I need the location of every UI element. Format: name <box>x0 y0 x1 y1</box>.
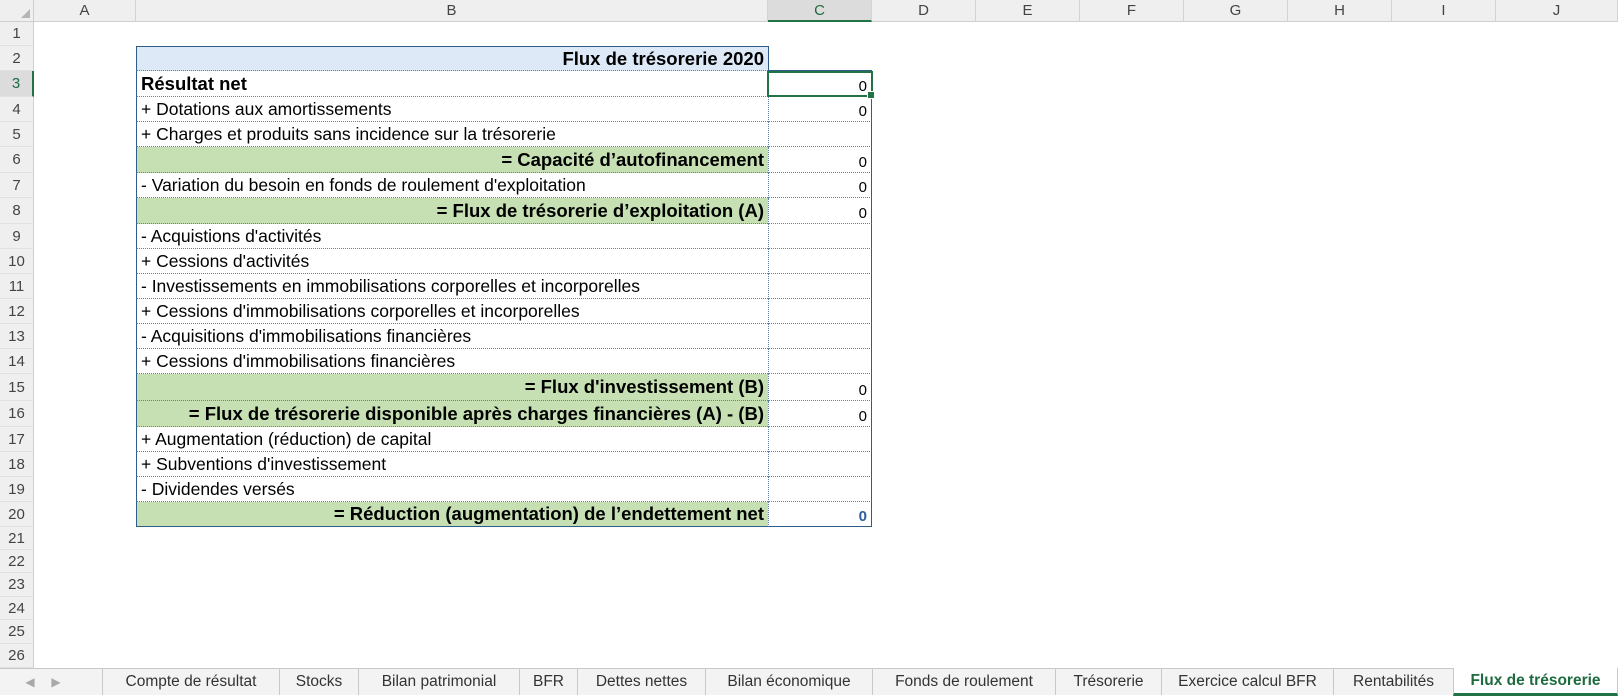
row-label-cell[interactable]: + Augmentation (réduction) de capital <box>136 427 768 452</box>
row-value-cell[interactable]: 0 <box>768 97 872 122</box>
column-header-a[interactable]: A <box>34 0 136 22</box>
row-label-cell[interactable]: - Investissements en immobilisations cor… <box>136 274 768 299</box>
row-value-cell[interactable] <box>768 452 872 477</box>
row-label-cell[interactable]: - Acquistions d'activités <box>136 224 768 249</box>
column-header-b[interactable]: B <box>136 0 768 22</box>
row-header[interactable]: 6 <box>0 147 34 173</box>
sheet-tab-rentabilites[interactable]: Rentabilités <box>1333 669 1453 695</box>
row-header[interactable]: 10 <box>0 249 34 274</box>
row-label-cell[interactable]: - Acquisitions d'immobilisations financi… <box>136 324 768 349</box>
subtotal-label-cell[interactable]: = Flux de trésorerie d’exploitation (A) <box>136 198 768 224</box>
row-value-cell[interactable] <box>768 477 872 502</box>
row-label-cell[interactable]: - Dividendes versés <box>136 477 768 502</box>
row-value-cell[interactable] <box>768 427 872 452</box>
row-header[interactable]: 24 <box>0 597 34 620</box>
row-header[interactable]: 12 <box>0 299 34 324</box>
sheet-tab-compte-de-resultat[interactable]: Compte de résultat <box>102 669 279 695</box>
row-label-cell[interactable]: Résultat net <box>136 71 768 97</box>
subtotal-value-cell[interactable]: 0 <box>768 147 872 173</box>
column-header-j[interactable]: J <box>1496 0 1618 22</box>
row-value-cell[interactable] <box>768 122 872 147</box>
column-header-d[interactable]: D <box>872 0 976 22</box>
row-header[interactable]: 17 <box>0 427 34 452</box>
row-header[interactable]: 21 <box>0 527 34 550</box>
row-label-cell[interactable]: + Cessions d'activités <box>136 249 768 274</box>
row-header[interactable]: 8 <box>0 198 34 224</box>
sheet-tab-bilan-patrimonial[interactable]: Bilan patrimonial <box>358 669 519 695</box>
row-header[interactable]: 4 <box>0 97 34 122</box>
subtotal-label-cell[interactable]: = Capacité d’autofinancement <box>136 147 768 173</box>
subtotal-value-cell[interactable]: 0 <box>768 401 872 427</box>
row-header[interactable]: 7 <box>0 173 34 198</box>
sheet-tab-dettes-nettes[interactable]: Dettes nettes <box>577 669 705 695</box>
column-header-c[interactable]: C <box>768 0 872 22</box>
sheet-tab-bilan-economique[interactable]: Bilan économique <box>705 669 872 695</box>
row-value-cell[interactable]: 0 <box>768 173 872 198</box>
select-all-corner[interactable] <box>0 0 34 22</box>
column-header-e[interactable]: E <box>976 0 1080 22</box>
row-header[interactable]: 19 <box>0 477 34 502</box>
sheet-tab-fonds-de-roulement[interactable]: Fonds de roulement <box>872 669 1055 695</box>
sheet-tab-tresorerie[interactable]: Trésorerie <box>1055 669 1161 695</box>
cash-flow-table: Flux de trésorerie 2020 Résultat net 0 +… <box>136 46 872 527</box>
subtotal-value-cell[interactable]: 0 <box>768 198 872 224</box>
row-label-cell[interactable]: + Dotations aux amortissements <box>136 97 768 122</box>
table-title-value-cell[interactable] <box>768 46 872 71</box>
total-value-cell[interactable]: 0 <box>768 502 872 527</box>
row-header[interactable]: 23 <box>0 573 34 597</box>
row-header[interactable]: 20 <box>0 502 34 527</box>
subtotal-label-cell[interactable]: = Flux d'investissement (B) <box>136 374 768 401</box>
sheet-tab-exercice-calcul-bfr[interactable]: Exercice calcul BFR <box>1161 669 1333 695</box>
row-header[interactable]: 9 <box>0 224 34 249</box>
row-value-cell[interactable] <box>768 324 872 349</box>
row-header[interactable]: 13 <box>0 324 34 349</box>
row-header[interactable]: 1 <box>0 22 34 46</box>
column-header-i[interactable]: I <box>1392 0 1496 22</box>
row-label-cell[interactable]: - Variation du besoin en fonds de roulem… <box>136 173 768 198</box>
row-header[interactable]: 18 <box>0 452 34 477</box>
subtotal-label-cell[interactable]: = Flux de trésorerie disponible après ch… <box>136 401 768 427</box>
row-value-cell[interactable] <box>768 299 872 324</box>
column-header-h[interactable]: H <box>1288 0 1392 22</box>
subtotal-value-cell[interactable]: 0 <box>768 374 872 401</box>
row-header[interactable]: 11 <box>0 274 34 299</box>
table-title-cell[interactable]: Flux de trésorerie 2020 <box>136 46 768 71</box>
sheet-tab-bar: ◀ ▶ Compte de résultat Stocks Bilan patr… <box>0 668 1618 696</box>
row-header[interactable]: 26 <box>0 644 34 668</box>
row-header[interactable]: 2 <box>0 46 34 71</box>
row-value-cell[interactable] <box>768 249 872 274</box>
column-header-g[interactable]: G <box>1184 0 1288 22</box>
scroll-tabs-right-icon[interactable]: ▶ <box>48 674 64 690</box>
row-header[interactable]: 14 <box>0 349 34 374</box>
column-header-f[interactable]: F <box>1080 0 1184 22</box>
sheet-tab-stocks[interactable]: Stocks <box>279 669 358 695</box>
row-header[interactable]: 25 <box>0 620 34 644</box>
row-label-cell[interactable]: + Cessions d'immobilisations corporelles… <box>136 299 768 324</box>
row-value-cell[interactable] <box>768 349 872 374</box>
total-label-cell[interactable]: = Réduction (augmentation) de l’endettem… <box>136 502 768 527</box>
scroll-tabs-left-icon[interactable]: ◀ <box>22 674 38 690</box>
row-header[interactable]: 3 <box>0 71 34 97</box>
row-header[interactable]: 5 <box>0 122 34 147</box>
sheet-tab-bfr[interactable]: BFR <box>519 669 577 695</box>
row-value-cell[interactable]: 0 <box>768 71 872 97</box>
row-header[interactable]: 15 <box>0 374 34 401</box>
row-label-cell[interactable]: + Cessions d'immobilisations financières <box>136 349 768 374</box>
sheet-tab-flux-de-tresorerie[interactable]: Flux de trésorerie <box>1453 668 1618 696</box>
row-header[interactable]: 16 <box>0 401 34 427</box>
row-value-cell[interactable] <box>768 224 872 249</box>
row-header[interactable]: 22 <box>0 550 34 573</box>
row-value-cell[interactable] <box>768 274 872 299</box>
row-label-cell[interactable]: + Subventions d'investissement <box>136 452 768 477</box>
row-label-cell[interactable]: + Charges et produits sans incidence sur… <box>136 122 768 147</box>
spreadsheet-grid[interactable]: A B C D E F G H I J 1 2 3 4 5 6 7 8 9 10… <box>0 0 1618 668</box>
